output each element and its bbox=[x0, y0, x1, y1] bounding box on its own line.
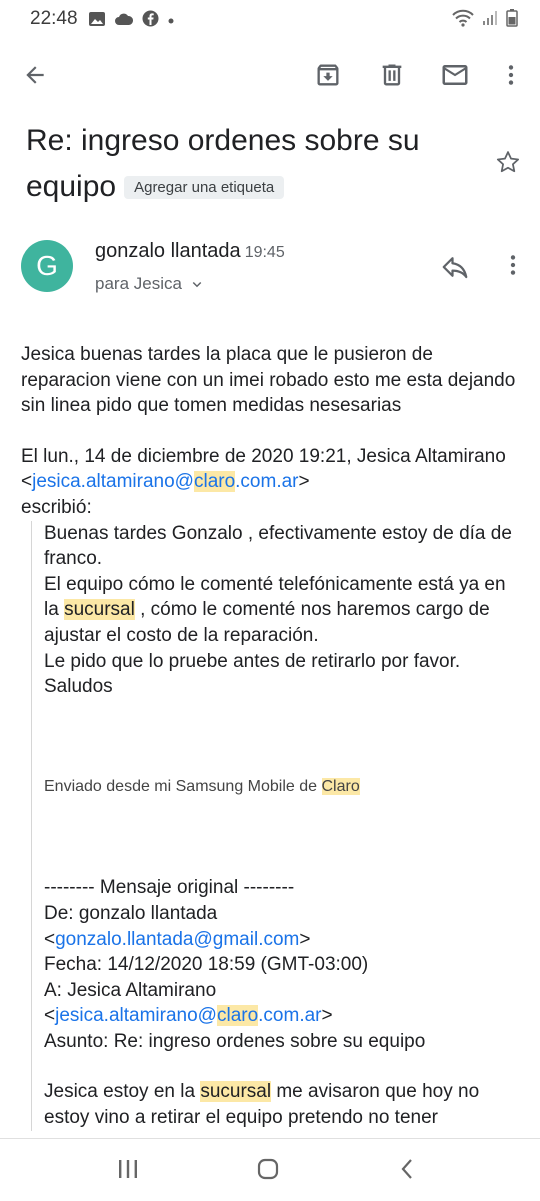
more-vert-icon bbox=[510, 255, 516, 275]
recent-apps-icon bbox=[119, 1160, 137, 1178]
quote-line: Le pido que lo pruebe antes de retirarlo… bbox=[44, 650, 461, 672]
notification-icons bbox=[88, 10, 175, 32]
add-label-chip[interactable]: Agregar una etiqueta bbox=[124, 176, 285, 200]
recipient-toggle[interactable]: para Jesica bbox=[95, 274, 206, 294]
reply-button[interactable] bbox=[440, 252, 470, 287]
mail-icon bbox=[442, 65, 468, 85]
status-bar: 22:48 bbox=[0, 0, 540, 38]
message-time: 19:45 bbox=[244, 244, 285, 261]
cloud-icon bbox=[114, 12, 134, 31]
email-link-part: .com.ar bbox=[258, 1005, 322, 1027]
sender-row: gonzalo llantada 19:45 bbox=[95, 240, 285, 263]
email-toolbar bbox=[0, 50, 540, 100]
date-line: Fecha: 14/12/2020 18:59 (GMT-03:00) bbox=[44, 954, 369, 976]
sent-from-text: Enviado desde mi Samsung Mobile de bbox=[44, 777, 322, 795]
highlighted-term: sucursal bbox=[64, 599, 135, 621]
from-email-line: <gonzalo.llantada@gmail.com> bbox=[44, 927, 521, 953]
recipient-label: para Jesica bbox=[95, 274, 182, 293]
mark-unread-button[interactable] bbox=[438, 58, 472, 92]
quote-line: Jesica estoy en la sucursal me avisaron … bbox=[44, 1079, 521, 1130]
sender-name: gonzalo llantada bbox=[95, 240, 241, 262]
dot-icon bbox=[167, 12, 175, 30]
avatar[interactable]: G bbox=[21, 240, 73, 292]
wifi-icon bbox=[452, 9, 474, 32]
highlighted-term: claro bbox=[216, 1005, 259, 1027]
quote-line: El equipo cómo le comenté telefónicament… bbox=[44, 572, 521, 649]
bracket: > bbox=[321, 1005, 333, 1027]
trash-icon bbox=[382, 64, 402, 86]
from-line: De: gonzalo llantada bbox=[44, 902, 218, 924]
email-link[interactable]: jesica.altamirano@claro.com.ar bbox=[55, 1005, 322, 1027]
gallery-icon bbox=[88, 11, 106, 32]
highlighted-term: claro bbox=[193, 471, 236, 493]
quote-line: Buenas tardes Gonzalo , efectivamente es… bbox=[44, 522, 512, 570]
highlighted-term: sucursal bbox=[200, 1081, 272, 1103]
system-nav-bar bbox=[0, 1138, 540, 1201]
star-button[interactable] bbox=[494, 148, 522, 181]
back-nav-button[interactable] bbox=[396, 1157, 420, 1186]
email-link[interactable]: gonzalo.llantada@gmail.com bbox=[55, 929, 299, 950]
status-time: 22:48 bbox=[30, 8, 78, 29]
to-email-line: <jesica.altamirano@claro.com.ar> bbox=[44, 1003, 521, 1029]
quoted-message: Buenas tardes Gonzalo , efectivamente es… bbox=[31, 520, 521, 1131]
battery-icon bbox=[506, 9, 518, 32]
attribution-text: escribió: bbox=[21, 496, 92, 518]
bracket: > bbox=[299, 928, 311, 950]
email-link-part: .com.ar bbox=[235, 471, 299, 493]
back-button[interactable] bbox=[18, 58, 52, 92]
signal-icon bbox=[482, 10, 498, 31]
system-icons bbox=[452, 9, 518, 32]
quote-attribution: El lun., 14 de diciembre de 2020 19:21, … bbox=[21, 444, 521, 521]
more-vert-icon bbox=[508, 65, 514, 85]
star-icon bbox=[496, 151, 520, 173]
more-options-button[interactable] bbox=[494, 58, 528, 92]
delete-button[interactable] bbox=[375, 58, 409, 92]
email-body: Jesica buenas tardes la placa que le pus… bbox=[21, 342, 521, 1131]
quote-line: Saludos bbox=[44, 676, 113, 698]
email-link[interactable]: jesica.altamirano@claro.com.ar bbox=[32, 471, 299, 493]
message-more-button[interactable] bbox=[500, 252, 526, 283]
facebook-icon bbox=[142, 10, 159, 32]
email-link-part: jesica.altamirano@ bbox=[32, 471, 194, 493]
original-header: -------- Mensaje original -------- bbox=[44, 877, 295, 899]
arrow-back-icon bbox=[26, 66, 44, 84]
chevron-left-icon bbox=[401, 1159, 412, 1179]
bracket: < bbox=[44, 1005, 56, 1027]
archive-icon bbox=[317, 64, 339, 86]
body-paragraph: Jesica buenas tardes la placa que le pus… bbox=[21, 344, 516, 417]
highlighted-term: Claro bbox=[321, 777, 360, 795]
subject-line: Asunto: Re: ingreso ordenes sobre su equ… bbox=[44, 1030, 426, 1052]
home-icon bbox=[257, 1158, 279, 1180]
recent-apps-button[interactable] bbox=[116, 1157, 140, 1186]
bracket: < bbox=[44, 928, 56, 950]
attribution-text: > bbox=[298, 471, 310, 493]
archive-button[interactable] bbox=[311, 58, 345, 92]
to-line: A: Jesica Altamirano bbox=[44, 979, 217, 1001]
email-link-part: jesica.altamirano@ bbox=[55, 1005, 217, 1027]
home-button[interactable] bbox=[256, 1157, 280, 1186]
reply-icon bbox=[442, 257, 468, 279]
subject-area: Re: ingreso ordenes sobre su equipo Agreg… bbox=[26, 118, 486, 210]
quote-text: Jesica estoy en la bbox=[44, 1081, 201, 1103]
sent-from-line: Enviado desde mi Samsung Mobile de Claro bbox=[44, 774, 521, 800]
chevron-down-icon bbox=[192, 281, 202, 288]
